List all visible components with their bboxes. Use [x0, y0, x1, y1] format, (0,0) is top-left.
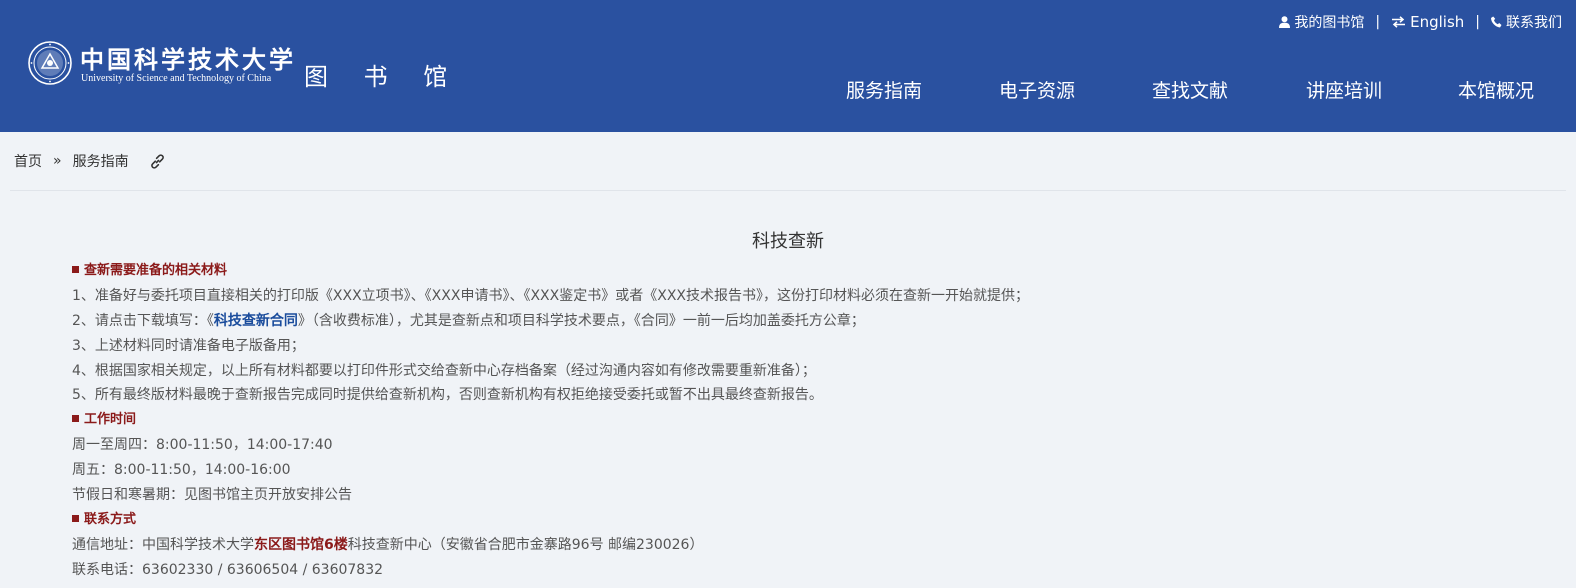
- section-heading-contact: 联系方式: [72, 508, 1532, 533]
- contract-download-link[interactable]: 科技查新合同: [214, 313, 298, 329]
- phone-icon: [1491, 16, 1502, 28]
- my-library-label: 我的图书馆: [1294, 15, 1365, 31]
- nav-lectures-training[interactable]: 讲座培训: [1306, 76, 1382, 103]
- nav-service-guide[interactable]: 服务指南: [846, 76, 922, 103]
- nav-about-library[interactable]: 本馆概况: [1458, 76, 1534, 103]
- top-link-separator: |: [1375, 14, 1381, 30]
- english-label: English: [1410, 13, 1465, 31]
- material-item: 5、所有最终版材料最晚于查新报告完成同时提供给查新机构，否则查新机构有权拒绝接受…: [72, 387, 823, 404]
- material-item: 1、准备好与委托项目直接相关的打印版《XXX立项书》、《XXX申请书》、《XXX…: [72, 287, 1029, 304]
- breadcrumb-service-guide[interactable]: 服务指南: [73, 151, 129, 171]
- nav-e-resources[interactable]: 电子资源: [999, 76, 1075, 103]
- my-library-link[interactable]: 我的图书馆: [1279, 12, 1364, 32]
- contact-phone: 联系电话：63602330 / 63606504 / 63607832: [72, 561, 384, 578]
- top-links: 我的图书馆 | English | 联系我们: [1279, 12, 1562, 32]
- contact-label: 联系我们: [1506, 15, 1562, 31]
- user-icon: [1279, 16, 1291, 28]
- logo-chinese-name: 中国科学技术大学: [80, 45, 296, 74]
- breadcrumb-home[interactable]: 首页: [14, 151, 42, 171]
- breadcrumb-divider: [10, 190, 1566, 191]
- material-item: 3、上述材料同时请准备电子版备用；: [72, 337, 305, 354]
- article-content: 查新需要准备的相关材料 1、准备好与委托项目直接相关的打印版《XXX立项书》、《…: [72, 259, 1532, 583]
- section-heading-materials: 查新需要准备的相关材料: [72, 259, 1532, 284]
- swap-icon: [1392, 16, 1406, 28]
- bullet-square: [72, 415, 79, 423]
- nav-find-literature[interactable]: 查找文献: [1152, 76, 1228, 103]
- site-header: 中国科学技术大学 University of Science and Techn…: [0, 0, 1576, 132]
- bullet-square: [72, 514, 79, 522]
- hours-line: 周五：8:00-11:50，14:00-16:00: [72, 462, 291, 479]
- breadcrumb: 首页 » 服务指南: [14, 151, 166, 171]
- material-item: 2、请点击下载填写：《科技查新合同》（含收费标准），尤其是查新点和项目科学技术要…: [72, 312, 865, 329]
- english-link[interactable]: English: [1391, 13, 1464, 31]
- copy-link-button[interactable]: [149, 153, 166, 170]
- hours-line: 周一至周四：8:00-11:50，14:00-17:40: [72, 437, 333, 454]
- main-nav: 服务指南 电子资源 查找文献 讲座培训 本馆概况: [0, 76, 1576, 102]
- article-title: 科技查新: [752, 231, 824, 252]
- contact-address: 通信地址：中国科学技术大学东区图书馆6楼科技查新中心（安徽省合肥市金寨路96号 …: [72, 536, 704, 553]
- hours-line: 节假日和寒暑期：见图书馆主页开放安排公告: [72, 487, 352, 504]
- address-highlight: 东区图书馆6楼: [254, 536, 348, 553]
- section-heading-hours: 工作时间: [72, 408, 1532, 433]
- contact-link[interactable]: 联系我们: [1491, 12, 1562, 32]
- link-icon: [150, 153, 164, 169]
- breadcrumb-separator: »: [53, 153, 62, 169]
- bullet-square: [72, 266, 79, 273]
- material-item: 4、根据国家相关规定，以上所有材料都要以打印件形式交给查新中心存档备案（经过沟通…: [72, 362, 816, 379]
- top-link-separator: |: [1475, 14, 1480, 30]
